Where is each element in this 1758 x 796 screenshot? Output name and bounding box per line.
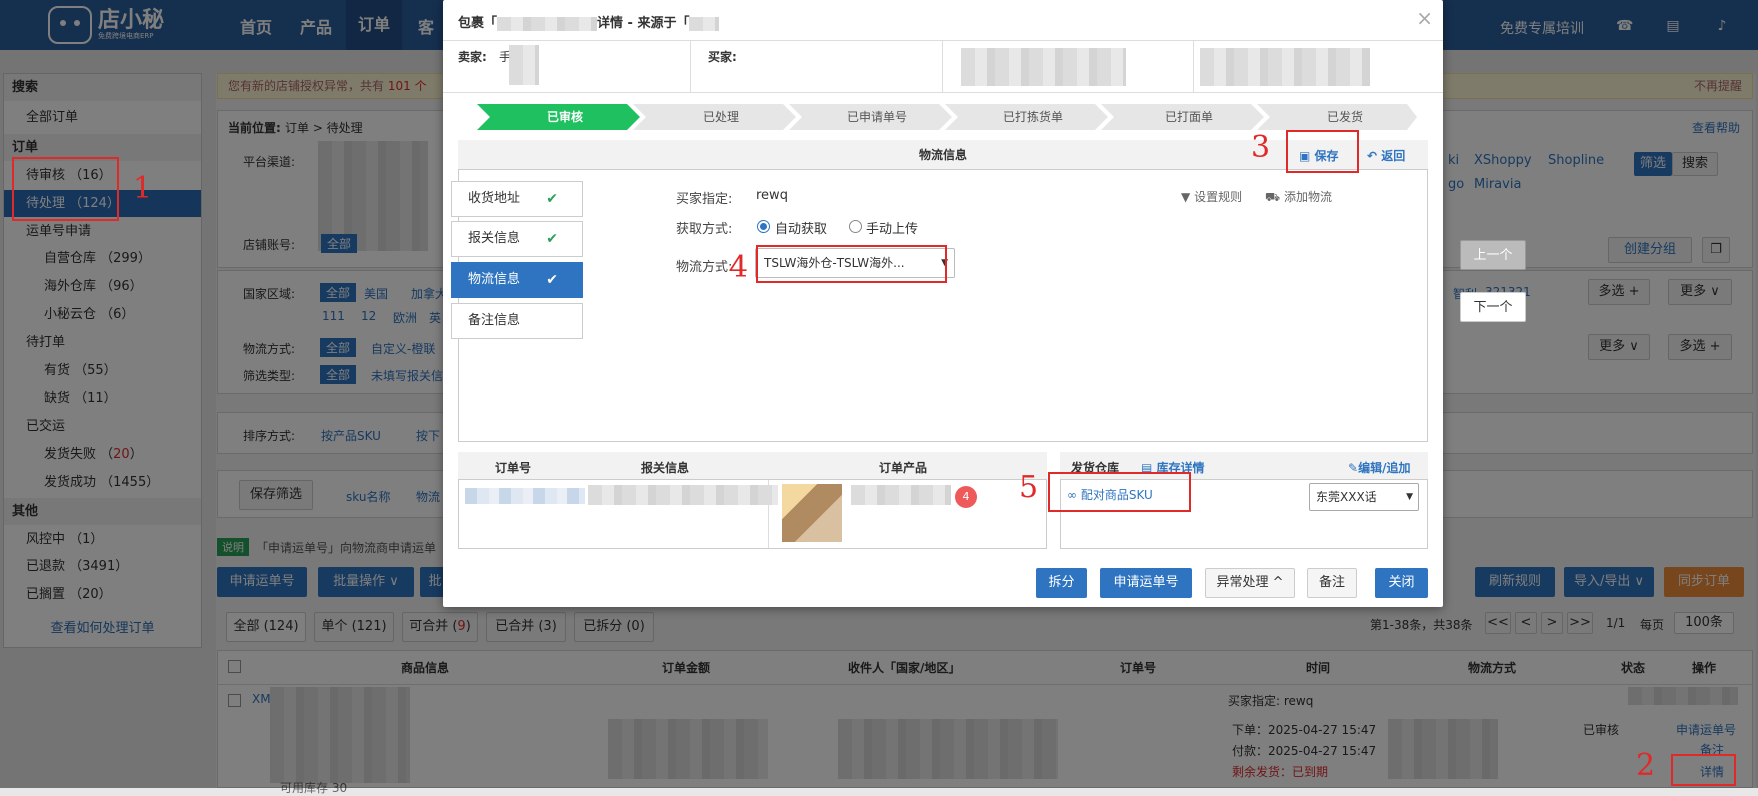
col-customs: 报关信息 bbox=[641, 461, 690, 475]
tab-customs-info-label: 报关信息 bbox=[468, 231, 521, 246]
annotation-box-2 bbox=[1671, 754, 1736, 786]
chevron-down-icon: ▼ bbox=[1406, 492, 1413, 502]
blurred-order-no bbox=[465, 488, 585, 504]
add-logistics-label: 添加物流 bbox=[1283, 190, 1332, 204]
buyer-label: 买家: bbox=[708, 50, 737, 64]
modal-title: 包裹「 详情 - 来源于「 bbox=[458, 12, 720, 31]
buyer-spec-label: 买家指定: bbox=[676, 192, 733, 207]
step-shipped: 已发货 bbox=[1326, 110, 1363, 124]
step-picklist-printed: 已打拣货单 bbox=[1002, 110, 1063, 124]
add-logistics-link[interactable]: ⛟ 添加物流 bbox=[1265, 188, 1332, 206]
blurred-seller bbox=[509, 45, 539, 85]
annotation-number-4: 4 bbox=[729, 250, 749, 285]
col-products: 订单产品 bbox=[879, 461, 928, 475]
blurred-product-info bbox=[851, 485, 951, 505]
edit-add-label: 编辑/追加 bbox=[1358, 461, 1411, 475]
buyer-spec-val: rewq bbox=[756, 188, 788, 203]
step-label-printed: 已打面单 bbox=[1164, 110, 1213, 124]
annotation-number-1: 1 bbox=[133, 171, 153, 206]
manual-upload-label[interactable]: 手动上传 bbox=[866, 218, 918, 237]
logistics-section bbox=[458, 140, 1428, 442]
edit-add-link[interactable]: ✎编辑/追加 bbox=[1348, 459, 1410, 476]
info-divider-1 bbox=[690, 40, 691, 92]
product-count-badge: 4 bbox=[955, 486, 977, 508]
tab-remark-info-label: 备注信息 bbox=[468, 313, 521, 328]
annotation-box-4 bbox=[756, 245, 947, 283]
modal-title-prefix: 包裹「 bbox=[458, 16, 498, 31]
package-detail-modal: 包裹「 详情 - 来源于「 × 卖家: 手 买家: 已审核 已处理 已申请单号 已… bbox=[443, 0, 1443, 607]
seller-label: 卖家: bbox=[458, 50, 487, 64]
tab-shipping-address[interactable]: 收货地址 ✔ bbox=[451, 181, 583, 217]
annotation-box-3 bbox=[1286, 130, 1359, 173]
blurred-source bbox=[689, 16, 720, 31]
back-action[interactable]: ↶ 返回 bbox=[1367, 147, 1405, 164]
info-divider-2 bbox=[942, 40, 943, 92]
annotation-box-1 bbox=[12, 157, 119, 221]
tab-logistics-info-label: 物流信息 bbox=[468, 272, 521, 287]
back-label: 返回 bbox=[1381, 149, 1406, 163]
modal-apply-waybill-button[interactable]: 申请运单号 bbox=[1100, 568, 1192, 598]
auto-fetch-label[interactable]: 自动获取 bbox=[775, 218, 827, 237]
annotation-box-5 bbox=[1048, 472, 1191, 512]
edit-icon: ✎ bbox=[1348, 461, 1359, 475]
auto-fetch-radio[interactable] bbox=[757, 220, 770, 233]
warehouse-select[interactable]: 东莞XXX话 ▼ bbox=[1309, 483, 1419, 511]
step-waybill-applied: 已申请单号 bbox=[846, 110, 907, 124]
annotation-number-2: 2 bbox=[1636, 748, 1656, 783]
set-rule-label: 设置规则 bbox=[1194, 190, 1243, 204]
check-icon: ✔ bbox=[546, 231, 558, 247]
prev-order-button[interactable]: 上一个 bbox=[1460, 240, 1526, 270]
annotation-number-5: 5 bbox=[1019, 470, 1039, 505]
step-processed: 已处理 bbox=[702, 110, 739, 124]
info-divider-3 bbox=[1193, 40, 1194, 92]
manual-upload-radio[interactable] bbox=[849, 220, 862, 233]
modal-close-button[interactable]: 关闭 bbox=[1375, 568, 1428, 598]
logistics-section-title: 物流信息 bbox=[458, 140, 1428, 170]
tab-remark-info[interactable]: 备注信息 bbox=[451, 303, 583, 339]
col-order-no: 订单号 bbox=[495, 461, 532, 475]
set-rule-link[interactable]: ▼ 设置规则 bbox=[1181, 188, 1242, 205]
undo-icon: ↶ bbox=[1367, 149, 1378, 163]
blurred-info-3 bbox=[961, 48, 1126, 86]
annotation-number-3: 3 bbox=[1251, 130, 1271, 165]
method-label: 物流方式: bbox=[676, 260, 733, 275]
blurred-package-id bbox=[497, 16, 598, 31]
check-icon: ✔ bbox=[546, 272, 558, 288]
tab-customs-info[interactable]: 报关信息 ✔ bbox=[451, 221, 583, 257]
tab-shipping-address-label: 收货地址 bbox=[468, 191, 521, 206]
exception-handling-button[interactable]: 异常处理 ^ bbox=[1205, 568, 1295, 598]
modal-header-divider bbox=[443, 40, 1443, 41]
filter-icon: ▼ bbox=[1181, 190, 1191, 204]
product-thumbnail bbox=[782, 484, 842, 542]
close-icon[interactable]: × bbox=[1416, 6, 1433, 30]
fetch-label: 获取方式: bbox=[676, 222, 733, 237]
split-button[interactable]: 拆分 bbox=[1036, 568, 1087, 598]
warehouse-select-value: 东莞XXX话 bbox=[1316, 490, 1377, 504]
truck-icon: ⛟ bbox=[1265, 190, 1281, 204]
order-subtable-header bbox=[458, 452, 1047, 480]
info-bottom-divider bbox=[443, 92, 1443, 93]
next-order-button[interactable]: 下一个 bbox=[1460, 292, 1526, 322]
check-icon: ✔ bbox=[546, 191, 558, 207]
modal-title-suffix: 详情 - 来源于「 bbox=[597, 16, 690, 31]
blurred-customs bbox=[588, 485, 778, 505]
blurred-info-4 bbox=[1200, 48, 1370, 86]
step-reviewed: 已审核 bbox=[546, 110, 583, 124]
subtable-divider bbox=[768, 480, 769, 548]
modal-remark-button[interactable]: 备注 bbox=[1307, 568, 1357, 598]
tab-logistics-info[interactable]: 物流信息 ✔ bbox=[451, 262, 583, 298]
